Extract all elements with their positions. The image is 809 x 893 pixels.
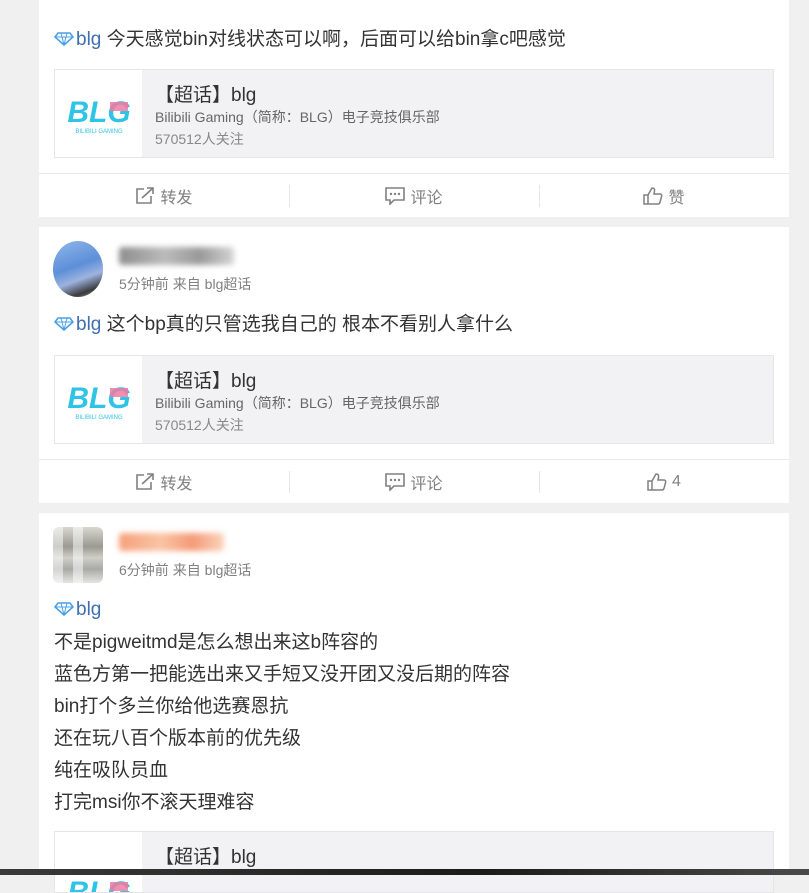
comment-icon (385, 187, 406, 205)
post-line: 纯在吸队员血 (54, 760, 169, 781)
blg-logo: BLG BILIBILI GAMING (55, 356, 142, 443)
share-title: 【超话】blg (155, 371, 257, 392)
blg-logo-sub: BILIBILI GAMING (75, 129, 123, 135)
comment-icon (385, 473, 406, 491)
action-bar: 转发 评论 赞 (39, 173, 789, 218)
post-meta: 6分钟前 来自 blg超话 (119, 560, 255, 580)
post-time[interactable]: 6分钟前 (119, 562, 169, 578)
blg-logo: BLG (55, 832, 142, 892)
comment-label: 评论 (410, 476, 443, 493)
repost-icon (136, 473, 155, 490)
avatar[interactable] (53, 527, 103, 583)
share-title: 【超话】blg (155, 847, 257, 868)
shared-topic-card[interactable]: BLG BILIBILI GAMING 【超话】blg Bilibili Gam… (54, 355, 774, 444)
share-title: 【超话】blg (155, 85, 257, 106)
post-line: 打完msi你不滚天理难容 (54, 792, 255, 813)
post-meta: 5分钟前 来自 blg超话 (119, 274, 255, 294)
repost-label: 转发 (160, 476, 193, 493)
post-card: 6分钟前 来自 blg超话 blg 不是pigweitmd是怎么想出来这b阵容的 … (39, 513, 789, 893)
comment-label: 评论 (410, 190, 443, 207)
like-button[interactable]: 4 (539, 460, 789, 504)
post-text: blg 今天感觉bin对线状态可以啊，后面可以给bin拿c吧感觉 (53, 24, 566, 57)
diamond-icon (53, 595, 75, 627)
share-follower-count: 570512人关注 (155, 417, 244, 433)
post-line: 蓝色方第一把能选出来又手短又没开团又没后期的阵容 (54, 664, 511, 685)
share-desc: Bilibili Gaming（简称：BLG）电子竞技俱乐部 (155, 109, 440, 125)
post-line: bin打个多兰你给他选赛恩抗 (54, 696, 289, 717)
post-card: blg 今天感觉bin对线状态可以啊，后面可以给bin拿c吧感觉 BLG BIL… (39, 0, 789, 217)
comment-button[interactable]: 评论 (289, 460, 539, 504)
taskbar-edge (0, 869, 809, 875)
post-body: 这个bp真的只管选我自己的 根本不看别人拿什么 (106, 314, 514, 335)
like-icon (643, 187, 663, 205)
diamond-icon (53, 25, 75, 57)
post-source[interactable]: 来自 blg超话 (173, 562, 252, 578)
like-label: 赞 (668, 190, 685, 207)
post-text: blg 不是pigweitmd是怎么想出来这b阵容的 蓝色方第一把能选出来又手短… (53, 594, 511, 819)
diamond-icon (53, 310, 75, 342)
post-header: 6分钟前 来自 blg超话 (53, 527, 653, 583)
avatar[interactable] (53, 241, 103, 297)
post-source[interactable]: 来自 blg超话 (173, 276, 252, 292)
blg-logo: BLG BILIBILI GAMING (55, 70, 142, 157)
post-header: 5分钟前 来自 blg超话 (53, 241, 653, 297)
share-follower-count: 570512人关注 (155, 131, 244, 147)
post-body: 今天感觉bin对线状态可以啊，后面可以给bin拿c吧感觉 (106, 29, 566, 50)
topic-link[interactable]: blg (76, 314, 101, 335)
blg-logo-text: BLG (67, 382, 130, 415)
repost-button[interactable]: 转发 (39, 460, 289, 504)
repost-label: 转发 (160, 190, 193, 207)
shared-topic-card[interactable]: BLG BILIBILI GAMING 【超话】blg Bilibili Gam… (54, 69, 774, 158)
like-count: 4 (672, 473, 681, 490)
post-card: 5分钟前 来自 blg超话 blg 这个bp真的只管选我自己的 根本不看别人拿什么… (39, 227, 789, 503)
like-icon (647, 473, 667, 491)
blurred-username[interactable] (119, 247, 234, 265)
post-line: 还在玩八百个版本前的优先级 (54, 728, 302, 749)
topic-link[interactable]: blg (76, 29, 101, 50)
blg-logo-sub: BILIBILI GAMING (75, 415, 123, 421)
post-line: 不是pigweitmd是怎么想出来这b阵容的 (54, 632, 379, 653)
action-bar: 转发 评论 4 (39, 459, 789, 504)
topic-link[interactable]: blg (76, 599, 101, 620)
shared-topic-card[interactable]: BLG 【超话】blg (54, 831, 774, 893)
post-time[interactable]: 5分钟前 (119, 276, 169, 292)
topic-line: blg (53, 594, 510, 627)
comment-button[interactable]: 评论 (289, 174, 539, 218)
like-button[interactable]: 赞 (539, 174, 789, 218)
blurred-username[interactable] (119, 533, 224, 551)
repost-button[interactable]: 转发 (39, 174, 289, 218)
share-desc: Bilibili Gaming（简称：BLG）电子竞技俱乐部 (155, 395, 440, 411)
blg-logo-text: BLG (67, 96, 130, 129)
repost-icon (136, 187, 155, 204)
post-text: blg 这个bp真的只管选我自己的 根本不看别人拿什么 (53, 309, 514, 342)
